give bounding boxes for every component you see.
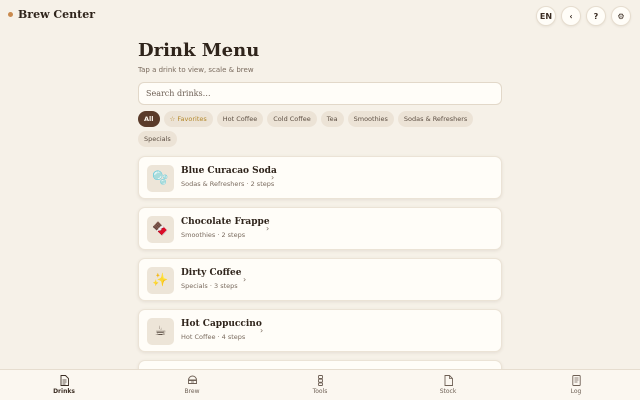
drink-meta: Sodas & Refreshers · 2 steps <box>181 180 275 188</box>
drink-meta: Smoothies · 2 steps <box>181 231 246 239</box>
page-title: Drink Menu <box>138 40 260 61</box>
brand: Brew Center <box>8 8 95 21</box>
filter-chip-all[interactable]: All <box>138 111 160 127</box>
search-box <box>138 82 502 105</box>
chevron-right-icon: › <box>271 173 275 182</box>
chevron-right-icon: › <box>260 326 264 335</box>
chocolate-icon: 🍫 <box>147 216 174 243</box>
nav-label: Tools <box>312 388 328 395</box>
language-button[interactable]: EN <box>536 6 556 26</box>
gear-icon: ⚙ <box>617 11 625 21</box>
drink-list: 🫧 Blue Curacao Soda Sodas & Refreshers ·… <box>138 156 502 400</box>
drink-name: Dirty Coffee <box>181 268 242 278</box>
settings-button[interactable]: ⚙ <box>611 6 631 26</box>
drink-card[interactable]: ✨ Dirty Coffee Specials · 3 steps › <box>138 258 502 301</box>
drink-name: Blue Curacao Soda <box>181 166 277 176</box>
drink-meta: Specials · 3 steps <box>181 282 238 290</box>
bottom-nav: Drinks Brew Tools Stock Log <box>0 369 640 400</box>
drink-card[interactable]: 🫧 Blue Curacao Soda Sodas & Refreshers ·… <box>138 156 502 199</box>
search-input[interactable] <box>146 89 494 98</box>
tools-icon <box>316 375 325 386</box>
brew-pot-icon <box>187 375 198 386</box>
filter-chip-favorites[interactable]: ☆ Favorites <box>163 111 213 127</box>
nav-label: Log <box>570 388 582 395</box>
filter-chips: All ☆ Favorites Hot Coffee Cold Coffee T… <box>138 111 502 147</box>
help-button[interactable]: ? <box>586 6 606 26</box>
nav-label: Drinks <box>53 388 75 395</box>
nav-item-drinks[interactable]: Drinks <box>34 375 94 395</box>
coffee-cup-icon: ☕ <box>147 318 174 345</box>
filter-chip-tea[interactable]: Tea <box>320 111 344 127</box>
drink-name: Hot Cappuccino <box>181 319 262 329</box>
log-icon <box>571 375 581 386</box>
chevron-right-icon: › <box>243 275 247 284</box>
filter-chip-cold-coffee[interactable]: Cold Coffee <box>267 111 317 127</box>
filter-chip-smoothies[interactable]: Smoothies <box>347 111 394 127</box>
page-subtitle: Tap a drink to view, scale & brew <box>138 66 254 74</box>
nav-item-tools[interactable]: Tools <box>290 375 350 395</box>
nav-item-stock[interactable]: Stock <box>418 375 478 395</box>
file-icon <box>444 375 453 386</box>
top-bar: Brew Center EN ‹ ? ⚙ <box>0 0 640 32</box>
drink-meta: Hot Coffee · 4 steps <box>181 333 246 341</box>
nav-label: Stock <box>439 388 457 395</box>
drink-card[interactable]: 🍫 Chocolate Frappe Smoothies · 2 steps › <box>138 207 502 250</box>
app-name: Brew Center <box>18 8 96 21</box>
filter-chip-hot-coffee[interactable]: Hot Coffee <box>216 111 264 127</box>
chevron-right-icon: › <box>266 224 270 233</box>
bubbles-icon: 🫧 <box>147 165 174 192</box>
document-icon <box>60 375 69 386</box>
filter-chip-sodas-refreshers[interactable]: Sodas & Refreshers <box>397 111 474 127</box>
nav-item-brew[interactable]: Brew <box>162 375 222 395</box>
back-button[interactable]: ‹ <box>561 6 581 26</box>
nav-item-log[interactable]: Log <box>546 375 606 395</box>
filter-chip-specials[interactable]: Specials <box>138 131 177 147</box>
brand-dot-icon <box>8 12 13 17</box>
drink-name: Chocolate Frappe <box>181 217 270 227</box>
drink-card[interactable]: ☕ Hot Cappuccino Hot Coffee · 4 steps › <box>138 309 502 352</box>
sparkles-icon: ✨ <box>147 267 174 294</box>
nav-label: Brew <box>184 388 200 395</box>
